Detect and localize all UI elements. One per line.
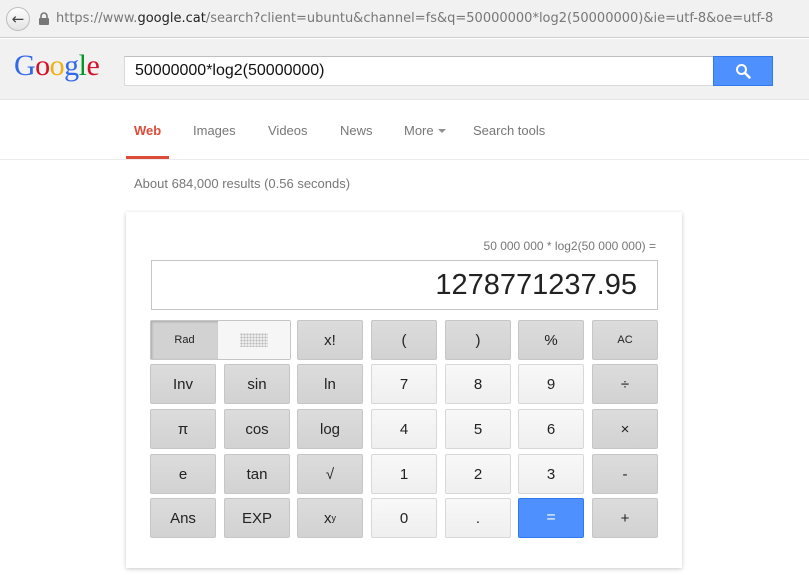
factorial-key[interactable]: x! (297, 320, 363, 360)
digit-9-key[interactable]: 9 (518, 364, 584, 404)
left-paren-key[interactable]: ( (371, 320, 437, 360)
digit-6-key[interactable]: 6 (518, 409, 584, 449)
logo-letter: G (14, 49, 36, 82)
cos-key[interactable]: cos (224, 409, 290, 449)
log-key[interactable]: log (297, 409, 363, 449)
equals-key[interactable]: = (518, 498, 584, 538)
tab-more[interactable]: More (404, 123, 446, 138)
decimal-point-key[interactable]: . (445, 498, 511, 538)
digit-7-key[interactable]: 7 (371, 364, 437, 404)
dots-icon (240, 333, 268, 347)
deg-button[interactable] (218, 321, 290, 359)
rad-button[interactable]: Rad (151, 321, 218, 359)
multiply-key[interactable]: × (592, 409, 658, 449)
divide-key[interactable]: ÷ (592, 364, 658, 404)
dropdown-caret-icon (437, 129, 446, 133)
inverse-key[interactable]: Inv (150, 364, 216, 404)
minus-key[interactable]: - (592, 454, 658, 494)
active-tab-indicator (126, 156, 169, 159)
search-input[interactable]: 50000000*log2(50000000) (124, 56, 714, 86)
tab-search-tools[interactable]: Search tools (473, 123, 545, 138)
digit-3-key[interactable]: 3 (518, 454, 584, 494)
digit-0-key[interactable]: 0 (371, 498, 437, 538)
logo-letter: e (86, 49, 100, 82)
search-button[interactable] (713, 56, 773, 86)
rad-deg-toggle[interactable]: Rad (150, 320, 291, 360)
results-stats: About 684,000 results (0.56 seconds) (134, 176, 351, 191)
tab-images[interactable]: Images (193, 123, 236, 138)
sin-key[interactable]: sin (224, 364, 290, 404)
sqrt-key[interactable]: √ (297, 454, 363, 494)
right-paren-key[interactable]: ) (445, 320, 511, 360)
digit-8-key[interactable]: 8 (445, 364, 511, 404)
search-icon (736, 64, 751, 79)
digit-2-key[interactable]: 2 (445, 454, 511, 494)
search-tabs: Web Images Videos News More Search tools (0, 101, 809, 160)
logo-letter: o (49, 49, 65, 82)
url-prefix: https://www. (56, 11, 138, 26)
tan-key[interactable]: tan (224, 454, 290, 494)
search-header: Google 50000000*log2(50000000) (0, 39, 809, 100)
lock-icon (39, 12, 49, 25)
logo-letter: o (35, 49, 50, 82)
pi-key[interactable]: π (150, 409, 216, 449)
power-exponent: y (331, 513, 337, 523)
power-key[interactable]: xy (297, 498, 363, 538)
all-clear-key[interactable]: AC (592, 320, 658, 360)
google-logo[interactable]: Google (14, 49, 100, 83)
logo-letter: g (64, 49, 79, 82)
power-base: x (324, 509, 332, 527)
url-host: google.cat (137, 11, 206, 26)
digit-4-key[interactable]: 4 (371, 409, 437, 449)
digit-1-key[interactable]: 1 (371, 454, 437, 494)
back-arrow-icon[interactable]: ← (6, 7, 30, 31)
tab-videos[interactable]: Videos (268, 123, 308, 138)
calculator-expression: 50 000 000 * log2(50 000 000) = (483, 239, 656, 253)
url-rest: /search?client=ubuntu&channel=fs&q=50000… (205, 11, 774, 26)
logo-letter: l (78, 49, 87, 82)
tab-web[interactable]: Web (134, 123, 161, 138)
percent-key[interactable]: % (518, 320, 584, 360)
euler-key[interactable]: e (150, 454, 216, 494)
ans-key[interactable]: Ans (150, 498, 216, 538)
tab-more-label: More (404, 123, 434, 138)
calculator-display: 1278771237.95 (151, 260, 658, 310)
exp-key[interactable]: EXP (224, 498, 290, 538)
calculator-card: 50 000 000 * log2(50 000 000) = 12787712… (126, 212, 682, 568)
ln-key[interactable]: ln (297, 364, 363, 404)
plus-key[interactable]: + (592, 498, 658, 538)
address-bar[interactable]: https://www.google.cat/search?client=ubu… (56, 11, 773, 26)
browser-toolbar: ← https://www.google.cat/search?client=u… (0, 0, 809, 38)
digit-5-key[interactable]: 5 (445, 409, 511, 449)
tab-news[interactable]: News (340, 123, 373, 138)
